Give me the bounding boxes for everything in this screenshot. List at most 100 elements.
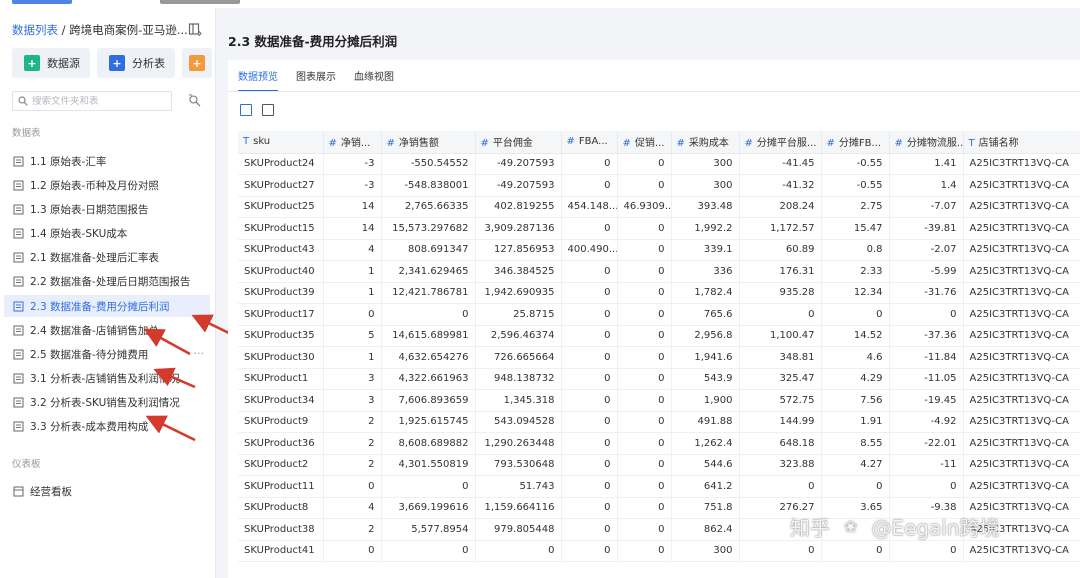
table-cell: A25IC3TRT13VQ-CA (963, 475, 1080, 498)
table-cell: 14.52 (821, 325, 890, 347)
column-header[interactable]: # 净销... (323, 131, 382, 154)
table-cell: 0 (381, 540, 476, 562)
table-cell: 1,172.57 (739, 217, 822, 240)
table-cell: 15,573.297682 (381, 217, 476, 240)
column-header[interactable]: T 店铺名称 (963, 131, 1080, 154)
column-header[interactable]: # 分摊平台服... (739, 131, 822, 154)
top-bar (0, 0, 1080, 8)
table-icon (13, 421, 24, 431)
table-row[interactable]: SKUProduct25 14 2,765.66335 402.819255 454.1… (238, 196, 1080, 218)
column-header[interactable]: # FBA... (561, 131, 618, 154)
grid-view-icon[interactable] (262, 104, 274, 116)
sidebar-item-label: 2.2 数据准备-处理后日期范围报告 (30, 275, 191, 288)
table-cell: -41.45 (739, 153, 822, 175)
search-box[interactable] (12, 91, 172, 111)
column-header[interactable]: # 分摊FB... (821, 131, 890, 154)
dashboard-item-label: 经营看板 (30, 485, 72, 498)
column-header[interactable]: # 分摊物流服... (889, 131, 964, 154)
table-cell: 5 (323, 325, 382, 347)
table-cell: 0 (617, 303, 672, 326)
table-cell: 3,909.287136 (475, 217, 562, 240)
tab-lineage[interactable]: 血缘视图 (354, 68, 394, 92)
table-cell: -22.01 (889, 432, 964, 455)
sidebar-item[interactable]: 1.4 原始表-SKU成本 (4, 222, 210, 244)
table-row[interactable]: SKUProduct41 0 0 0 0 0 300 0 0 0 A25IC3TRT13VQ-CA (238, 540, 1080, 562)
table-cell: 0 (561, 368, 618, 390)
tab-chart[interactable]: 图表展示 (296, 68, 336, 92)
table-cell: SKUProduct30 (238, 346, 324, 369)
table-row[interactable]: SKUProduct24 -3 -550.54552 -49.207593 0 0 300-… (238, 153, 1080, 175)
table-row[interactable]: SKUProduct34 3 7,606.893659 1,345.318 0 0 1,90… (238, 389, 1080, 412)
table-cell: 0 (561, 540, 618, 562)
table-cell: 60.89 (739, 239, 822, 261)
table-cell: 1,992.2 (671, 217, 740, 240)
app-logo (12, 0, 72, 4)
table-row[interactable]: SKUProduct43 4 808.691347 127.856953 400.490… (238, 239, 1080, 261)
table-row[interactable]: SKUProduct15 14 15,573.297682 3,909.287136 0… (238, 217, 1080, 240)
table-cell: -4.92 (889, 411, 964, 433)
table-cell: 7,606.893659 (381, 389, 476, 412)
dashboard-icon (13, 486, 24, 496)
table-row[interactable]: SKUProduct36 2 8,608.689882 1,290.263448 0 0 1… (238, 432, 1080, 455)
table-icon (13, 301, 24, 311)
column-header[interactable]: # 净销售额 (381, 131, 476, 154)
sidebar-item[interactable]: 2.5 数据准备-待分摊费用 ··· (4, 343, 210, 365)
more-options-icon[interactable]: ··· (194, 347, 205, 360)
table-cell: 4.6 (821, 346, 890, 369)
tab-data-preview[interactable]: 数据预览 (238, 68, 278, 92)
sidebar-item[interactable]: 1.3 原始表-日期范围报告 (4, 198, 210, 220)
text-type-icon: T (968, 138, 975, 150)
column-header-label: 分摊平台服... (756, 138, 817, 150)
table-cell: 2.75 (821, 196, 890, 218)
table-cell: 4,322.661963 (381, 368, 476, 390)
table-header: Tsku # 净销... # 净销售额 # 平台佣金 # FBA... # 促销... # 采购成本 # 分… (238, 131, 1080, 154)
sidebar-item[interactable]: 1.1 原始表-汇率 (4, 150, 210, 172)
table-row[interactable]: SKUProduct40 1 2,341.629465 346.384525 0 0 336… (238, 260, 1080, 283)
sidebar-item[interactable]: 3.3 分析表-成本费用构成 (4, 415, 210, 437)
column-header[interactable]: # 采购成本 (671, 131, 740, 154)
table-cell: 14 (323, 196, 382, 218)
table-cell: 0 (561, 475, 618, 498)
table-cell: SKUProduct25 (238, 196, 324, 218)
add-button[interactable]: + (182, 48, 212, 78)
table-row[interactable]: SKUProduct39 1 12,421.786781 1,942.690935 0 0… (238, 282, 1080, 304)
column-header[interactable]: # 促销... (617, 131, 672, 154)
table-row[interactable]: SKUProduct17 0 0 25.8715 0 0 765.6 0 0 0 A25IC3TRT… (238, 303, 1080, 326)
search-input[interactable] (32, 95, 162, 107)
table-cell: -39.81 (889, 217, 964, 240)
sidebar-item[interactable]: 1.2 原始表-币种及月份对照 (4, 174, 210, 196)
table-cell: 300 (671, 540, 740, 562)
table-row[interactable]: SKUProduct35 5 14,615.689981 2,596.46374 0 0 2… (238, 325, 1080, 347)
column-header[interactable]: Tsku (238, 131, 324, 154)
table-cell: -0.55 (821, 174, 890, 197)
column-header-label: sku (253, 136, 271, 148)
table-row[interactable]: SKUProduct9 2 1,925.615745 543.094528 0 0 491.… (238, 411, 1080, 433)
table-cell: 4 (323, 239, 382, 261)
table-cell: SKUProduct2 (238, 454, 324, 476)
collapse-sidebar-icon[interactable] (188, 22, 202, 36)
table-row[interactable]: SKUProduct1 3 4,322.661963 948.138732 0 0 543.… (238, 368, 1080, 390)
sidebar-item[interactable]: 3.2 分析表-SKU销售及利润情况 (4, 391, 210, 413)
table-row[interactable]: SKUProduct27 -3 -548.838001 -49.207593 0 0 300… (238, 174, 1080, 197)
column-header[interactable]: # 平台佣金 (475, 131, 562, 154)
sidebar-item[interactable]: 3.1 分析表-店铺销售及利润情况 (4, 367, 210, 389)
table-row[interactable]: SKUProduct30 1 4,632.654276 726.665664 0 0 1,9… (238, 346, 1080, 369)
sidebar-item[interactable]: 2.2 数据准备-处理后日期范围报告 (4, 270, 210, 292)
number-type-icon: # (566, 136, 575, 148)
filter-icon[interactable] (188, 94, 202, 108)
table-cell: 0 (889, 540, 964, 562)
sidebar-item[interactable]: 2.1 数据准备-处理后汇率表 (4, 246, 210, 268)
table-row[interactable]: SKUProduct11 0 0 51.743 0 0 641.2 0 0 0 A25IC3TRT1… (238, 475, 1080, 498)
analysis-button[interactable]: + 分析表 (97, 48, 175, 78)
sidebar-item[interactable]: 2.3 数据准备-费用分摊后利润 (4, 295, 210, 317)
dashboard-item[interactable]: 经营看板 (4, 480, 210, 502)
table-cell: 0 (561, 260, 618, 283)
sidebar-item[interactable]: 2.4 数据准备-店铺销售加总 (4, 319, 210, 341)
table-cell: SKUProduct11 (238, 475, 324, 498)
table-row[interactable]: SKUProduct2 2 4,301.550819 793.530648 0 0 544.… (238, 454, 1080, 476)
table-view-icon[interactable] (240, 104, 252, 116)
datasource-button[interactable]: + 数据源 (12, 48, 90, 78)
breadcrumb-link[interactable]: 数据列表 (12, 23, 58, 37)
table-cell: 323.88 (739, 454, 822, 476)
table-cell: SKUProduct17 (238, 303, 324, 326)
